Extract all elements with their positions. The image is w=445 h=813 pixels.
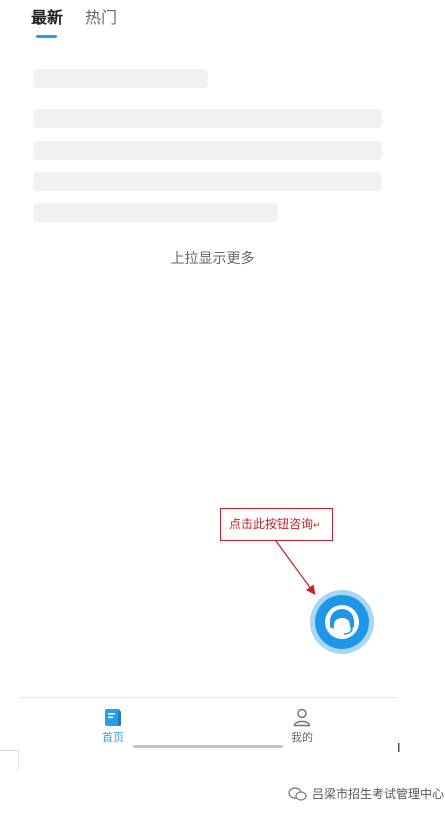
nav-home-label: 首页 (102, 731, 124, 744)
frame-fragment (0, 750, 18, 751)
customer-service-inner (315, 595, 369, 649)
nav-mine[interactable]: 我的 (272, 707, 332, 745)
skeleton-line (33, 203, 278, 222)
tab-hot[interactable]: 热门 (85, 8, 117, 28)
home-indicator (133, 745, 283, 748)
active-tab-indicator (36, 35, 57, 38)
watermark: 吕梁市招生考试管理中心 (288, 785, 444, 802)
user-icon (293, 708, 311, 727)
watermark-text: 吕梁市招生考试管理中心 (312, 787, 445, 801)
consult-callout: 点击此按钮咨询↵ (220, 508, 333, 541)
skeleton-title (33, 69, 208, 88)
callout-text: 点击此按钮咨询 (229, 517, 314, 531)
frame-fragment (18, 750, 19, 770)
wechat-icon (288, 786, 307, 801)
top-tab-bar: 最新 热门 (0, 0, 445, 50)
return-mark: ↵ (313, 521, 321, 531)
load-more-hint: 上拉显示更多 (170, 251, 255, 267)
home-book-icon (105, 709, 121, 726)
skeleton-line (33, 109, 382, 128)
customer-service-button[interactable] (310, 590, 374, 654)
skeleton-line (33, 172, 382, 191)
customer-service-headset-icon (325, 605, 359, 639)
bottom-nav-divider (20, 697, 397, 698)
nav-home[interactable]: 首页 (83, 707, 143, 745)
text-cursor-mark: Ⅰ (397, 741, 401, 755)
tab-latest[interactable]: 最新 (31, 8, 63, 28)
nav-mine-label: 我的 (291, 731, 313, 744)
skeleton-line (33, 141, 382, 160)
